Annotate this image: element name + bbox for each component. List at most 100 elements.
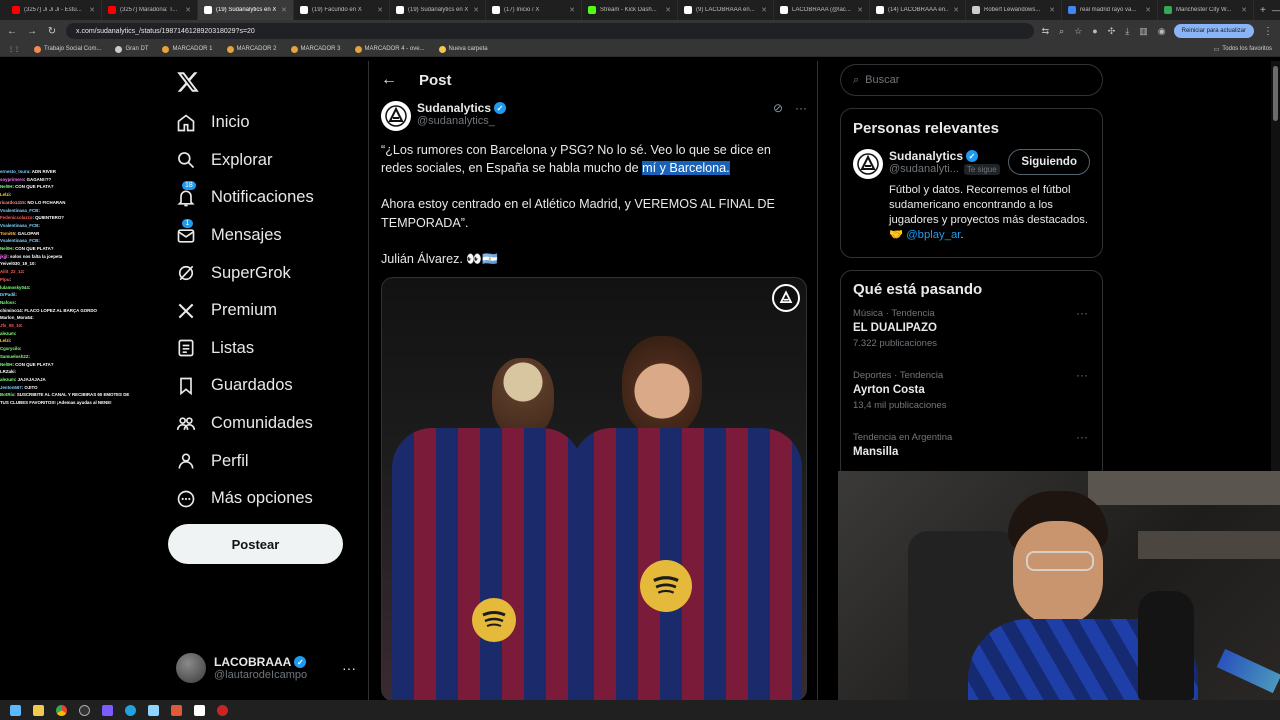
nav-item-notificaciones[interactable]: 18 Notificaciones [176, 179, 314, 217]
minimize-icon[interactable]: — [1272, 5, 1280, 16]
chat-username[interactable]: Jenton567 [0, 385, 22, 390]
author-avatar[interactable] [381, 101, 411, 131]
chat-username[interactable]: alezum [0, 331, 15, 336]
browser-tab[interactable]: (19) Sudanalytics en X ✕ [198, 0, 294, 20]
nav-item-supergrok[interactable]: SuperGrok [176, 254, 314, 292]
app-icon[interactable] [102, 704, 113, 716]
update-button[interactable]: Reiniciar para actualizar [1173, 24, 1254, 38]
chrome-icon[interactable] [56, 704, 67, 716]
chat-username[interactable]: Nafoss [0, 300, 15, 305]
back-icon[interactable]: ← [6, 26, 18, 37]
browser-tab[interactable]: (3257) Ji Ji Ji - Estu... ✕ [6, 0, 102, 20]
forward-icon[interactable]: → [26, 26, 38, 37]
nav-item-m-s-opciones[interactable]: Más opciones [176, 480, 314, 518]
chat-username[interactable]: BotRix [0, 392, 14, 397]
post-button[interactable]: Postear [168, 524, 343, 564]
split-icon[interactable]: ▥ [1139, 26, 1148, 37]
x-logo-icon[interactable] [176, 70, 200, 94]
chat-username[interactable]: ricardo1415 [0, 200, 25, 205]
download-icon[interactable]: ⤓ [1125, 26, 1129, 37]
nav-item-mensajes[interactable]: 1 Mensajes [176, 217, 314, 255]
translate-icon[interactable]: ⇆ [1042, 26, 1050, 37]
app-icon[interactable] [194, 704, 205, 716]
browser-tab[interactable]: Stream - Kick Dash... ✕ [582, 0, 678, 20]
page-scrollbar[interactable] [1271, 61, 1280, 471]
close-tab-icon[interactable]: ✕ [761, 6, 767, 14]
chat-username[interactable]: Ailit_22_12 [0, 269, 23, 274]
app-icon[interactable] [171, 704, 182, 716]
extension-icon[interactable]: ● [1092, 26, 1097, 37]
bookmark-item[interactable]: MARCADOR 2 [226, 45, 277, 53]
chat-username[interactable]: lulamosky044 [0, 285, 29, 290]
chat-username[interactable]: Lelzi [0, 192, 10, 197]
chat-username[interactable]: LRZaki [0, 369, 15, 374]
new-tab-button[interactable]: + [1254, 5, 1272, 16]
back-arrow-icon[interactable]: ← [381, 71, 397, 89]
close-tab-icon[interactable]: ✕ [185, 6, 191, 14]
chat-username[interactable]: TUS CLUBES FAVORITOS! [0, 400, 56, 405]
nav-item-explorar[interactable]: Explorar [176, 142, 314, 180]
chat-username[interactable]: chimino14 [0, 308, 22, 313]
close-tab-icon[interactable]: ✕ [1145, 6, 1151, 14]
relevant-avatar[interactable] [853, 149, 883, 179]
post-image[interactable] [381, 277, 807, 701]
browser-tab[interactable]: real madrid rayo va... ✕ [1062, 0, 1158, 20]
browser-tab[interactable]: (14) LACOBRAAA en... ✕ [870, 0, 966, 20]
more-icon[interactable]: ··· [1076, 306, 1088, 320]
browser-tab[interactable]: (3257) Maradona: T... ✕ [102, 0, 198, 20]
profile-icon[interactable]: ◉ [1158, 26, 1166, 37]
scrollbar-thumb[interactable] [1273, 66, 1278, 121]
search-input[interactable]: ⌕ Buscar [840, 64, 1103, 96]
browser-tab[interactable]: Manchester City W... ✕ [1158, 0, 1254, 20]
close-tab-icon[interactable]: ✕ [1049, 6, 1055, 14]
chat-username[interactable]: Marlon_Mora64 [0, 315, 32, 320]
nav-item-guardados[interactable]: Guardados [176, 367, 314, 405]
chat-username[interactable]: Vvalentinasa_FCB [0, 238, 38, 243]
chat-username[interactable]: Yeivel030_19_10 [0, 261, 34, 266]
bookmark-item[interactable]: MARCADOR 3 [290, 45, 341, 53]
bookmark-item[interactable]: MARCADOR 4 - ove... [354, 45, 425, 53]
chat-username[interactable]: DrPadil [0, 292, 15, 297]
windows-start-icon[interactable] [10, 704, 21, 716]
chat-username[interactable]: Jfs_05_10 [0, 323, 21, 328]
reload-icon[interactable]: ↻ [46, 26, 58, 37]
all-bookmarks[interactable]: ▭ Todos los favoritos [1214, 46, 1272, 53]
close-tab-icon[interactable]: ✕ [377, 6, 383, 14]
star-icon[interactable]: ☆ [1074, 26, 1082, 37]
nav-item-premium[interactable]: Premium [176, 292, 314, 330]
more-icon[interactable]: ··· [342, 660, 356, 676]
url-input[interactable]: x.com/sudanalytics_/status/1987146128920… [66, 23, 1034, 39]
edge-icon[interactable] [125, 704, 136, 716]
close-tab-icon[interactable]: ✕ [1241, 6, 1247, 14]
chat-username[interactable]: Pipu [0, 277, 10, 282]
chat-username[interactable]: Tomi95 [0, 231, 15, 236]
chat-username[interactable]: Lelzi [0, 338, 10, 343]
nav-item-listas[interactable]: Listas [176, 330, 314, 368]
browser-tab[interactable]: (19) Sudanalytics en X ✕ [390, 0, 486, 20]
close-tab-icon[interactable]: ✕ [569, 6, 575, 14]
menu-icon[interactable]: ⋮ [1262, 26, 1274, 37]
author-name[interactable]: Sudanalytics ✓ [417, 101, 507, 115]
browser-tab[interactable]: Robert Lewandows... ✕ [966, 0, 1062, 20]
chat-username[interactable]: soyprimero [0, 177, 24, 182]
relevant-name[interactable]: Sudanalytics ✓ [889, 149, 1000, 163]
obs-icon[interactable] [79, 704, 90, 716]
nav-item-perfil[interactable]: Perfil [176, 442, 314, 480]
apps-icon[interactable]: ⋮⋮ [8, 46, 20, 53]
account-switcher[interactable]: LACOBRAAA ✓ @lautarodeIcampo ··· [176, 650, 356, 686]
chat-username[interactable]: Samuelosh22 [0, 354, 28, 359]
nav-item-inicio[interactable]: Inicio [176, 104, 314, 142]
chat-username[interactable]: Nel0H [0, 362, 12, 367]
more-icon[interactable]: ··· [1076, 368, 1088, 382]
chat-username[interactable]: ernesto_tsuru [0, 169, 29, 174]
close-tab-icon[interactable]: ✕ [473, 6, 479, 14]
trend-item[interactable]: Deportes · Tendencia Ayrton Costa 13,4 mil… [841, 362, 1102, 424]
bookmark-item[interactable]: Nueva carpeta [438, 45, 488, 53]
nav-item-comunidades[interactable]: Comunidades [176, 405, 314, 443]
app-icon[interactable] [217, 704, 228, 716]
close-tab-icon[interactable]: ✕ [89, 6, 95, 14]
more-icon[interactable]: ··· [795, 101, 807, 131]
following-button[interactable]: Siguiendo [1008, 149, 1090, 175]
author-handle[interactable]: @sudanalytics_ [417, 115, 506, 127]
browser-tab[interactable]: (17) Inicio / X ✕ [486, 0, 582, 20]
